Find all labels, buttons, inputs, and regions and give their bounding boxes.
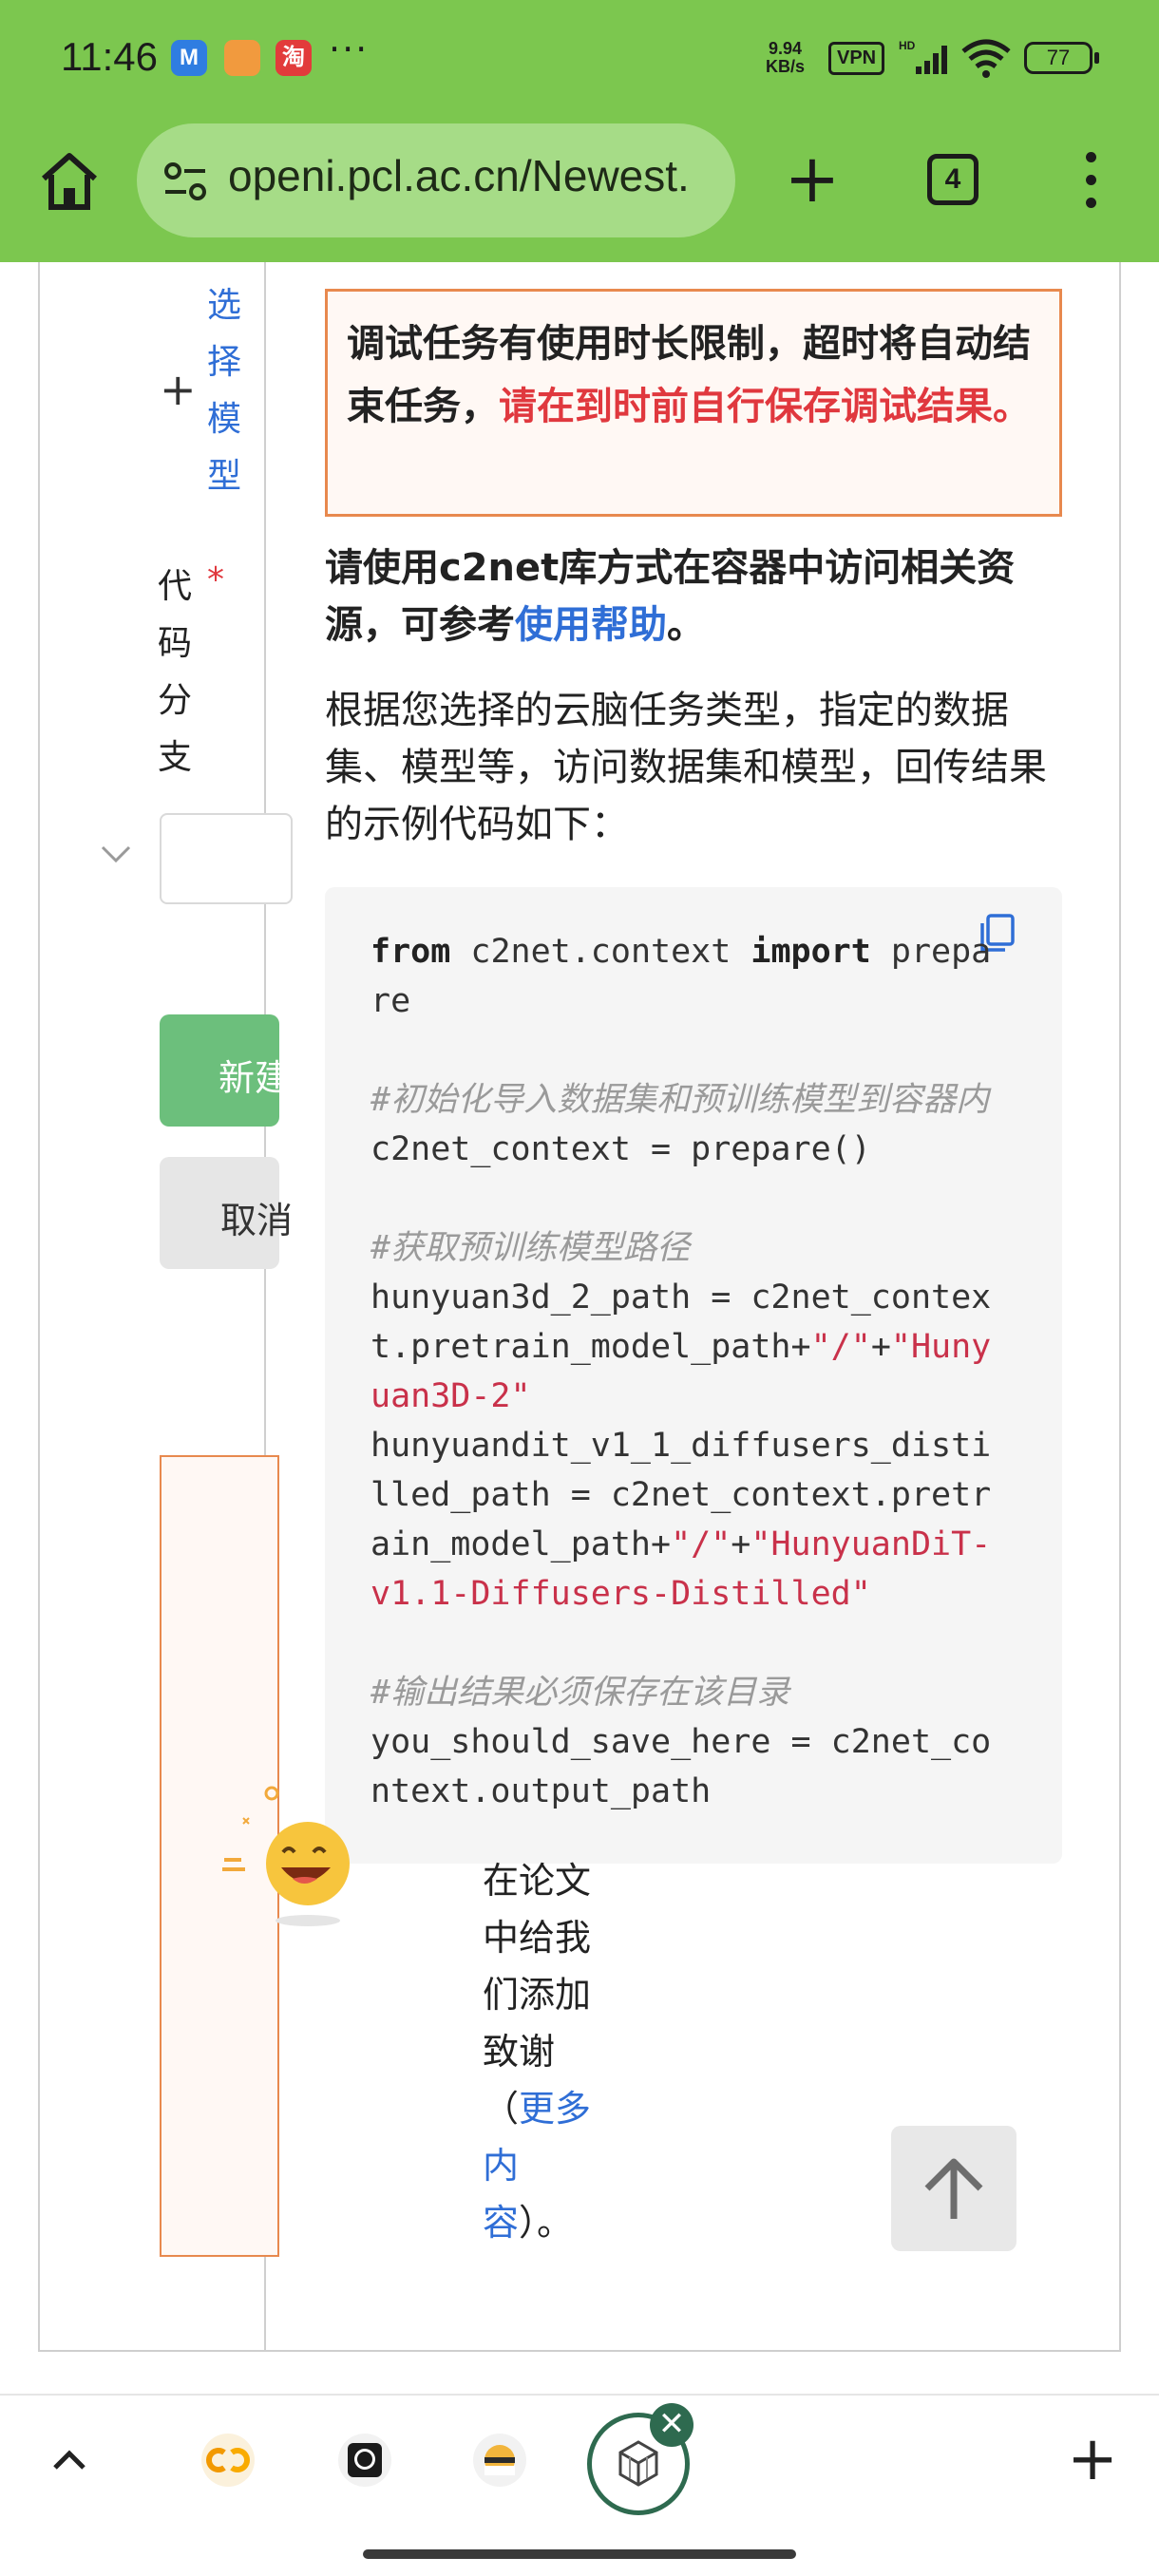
code-comment: #获取预训练模型路径 [370,1229,691,1267]
create-button[interactable]: 新建 [160,1014,279,1127]
close-tab-button[interactable]: ✕ [650,2403,694,2447]
code-line: ain_model_path+"/"+"HunyuanDiT- [370,1525,992,1563]
cancel-button-label: 取消 [220,1200,294,1241]
more-vert-icon[interactable] [1070,152,1112,209]
wifi-icon [961,39,1011,78]
colab-icon[interactable] [200,2432,256,2489]
browser-chrome: 11:46 M 淘 ··· 9.94 KB/s VPN HD 77 openi.… [0,0,1159,262]
code-line: from c2net.context import prepa [370,933,992,971]
code-line: v1.1-Diffusers-Distilled" [370,1575,871,1613]
code-line: hunyuandit_v1_1_diffusers_disti [370,1427,992,1465]
network-speed: 9.94 KB/s [766,39,806,76]
tune-icon[interactable] [162,158,209,205]
chevron-down-icon[interactable] [99,836,133,870]
code-line: uan3D-2" [370,1377,531,1415]
gesture-bar [363,2549,796,2559]
home-icon[interactable] [36,148,103,215]
select-model-link[interactable]: 选择模型 [207,277,249,505]
svg-text:HD: HD [899,39,916,52]
code-comment: #初始化导入数据集和预训练模型到容器内 [370,1081,990,1119]
back-to-top-button[interactable] [891,2126,1016,2251]
usage-help-link[interactable]: 使用帮助 [515,603,667,647]
code-line: re [370,982,411,1020]
screen: 11:46 M 淘 ··· 9.94 KB/s VPN HD 77 openi.… [0,0,1159,2576]
signal-icon: HD [899,39,947,74]
code-line: t.pretrain_model_path+"/"+"Huny [370,1328,992,1366]
code-branch-select[interactable] [160,813,293,904]
cancel-button-wrap: 取消 [160,1157,300,1269]
taobao-app-icon: 淘 [276,40,312,76]
tab-switcher-button[interactable]: 4 [927,154,978,205]
warning-highlight: 请在到时前自行保存调试结果。 [499,385,1031,428]
new-tab-plus-button[interactable]: + [1064,2428,1121,2494]
code-comment: #输出结果必须保存在该目录 [370,1674,790,1712]
address-bar[interactable]: openi.pcl.ac.cn/Newest. [137,123,735,237]
vpn-badge: VPN [828,42,885,75]
time-limit-warning: 调试任务有使用时长限制，超时将自动结束任务，请在到时前自行保存调试结果。 [325,289,1062,517]
acknowledgement-text: 在论文中给我们添加致谢（更多内容）。 [483,1860,592,2244]
mascot-emoji-icon [222,1786,350,1926]
favicon-icon[interactable] [471,2432,528,2489]
battery-indicator: 77 [1024,42,1099,74]
url-text[interactable]: openi.pcl.ac.cn/Newest. [228,150,722,201]
code-line: c2net_context = prepare() [370,1130,871,1168]
mail-app-icon: M [171,40,207,76]
code-lines: from c2net.context import prepa re #初始化导… [370,927,991,1816]
create-button-label: 新建 [218,1057,279,1099]
cancel-button[interactable]: 取消 [160,1157,293,1269]
github-icon[interactable] [336,2432,393,2489]
code-line: hunyuan3d_2_path = c2net_contex [370,1279,992,1316]
sample-code-description: 根据您选择的云脑任务类型，指定的数据集、模型等，访问数据集和模型，回传结果的示例… [325,689,1047,846]
add-model-icon[interactable]: + [160,368,197,411]
more-notifications-icon: ··· [329,28,370,70]
usage-note: 请使用c2net库方式在容器中访问相关资源，可参考使用帮助。 [325,546,1016,647]
code-line: you_should_save_here = c2net_co [370,1723,992,1761]
code-line: ntext.output_path [370,1772,712,1810]
required-mark: * [207,560,224,599]
new-tab-button[interactable]: + [779,142,846,218]
status-time: 11:46 [61,34,158,79]
shopping-app-icon [224,40,260,76]
code-branch-label: 代码分支 [158,567,193,777]
code-line: lled_path = c2net_context.pretr [370,1476,992,1514]
chevron-up-icon[interactable] [46,2437,93,2485]
arrow-up-icon [924,2158,983,2219]
